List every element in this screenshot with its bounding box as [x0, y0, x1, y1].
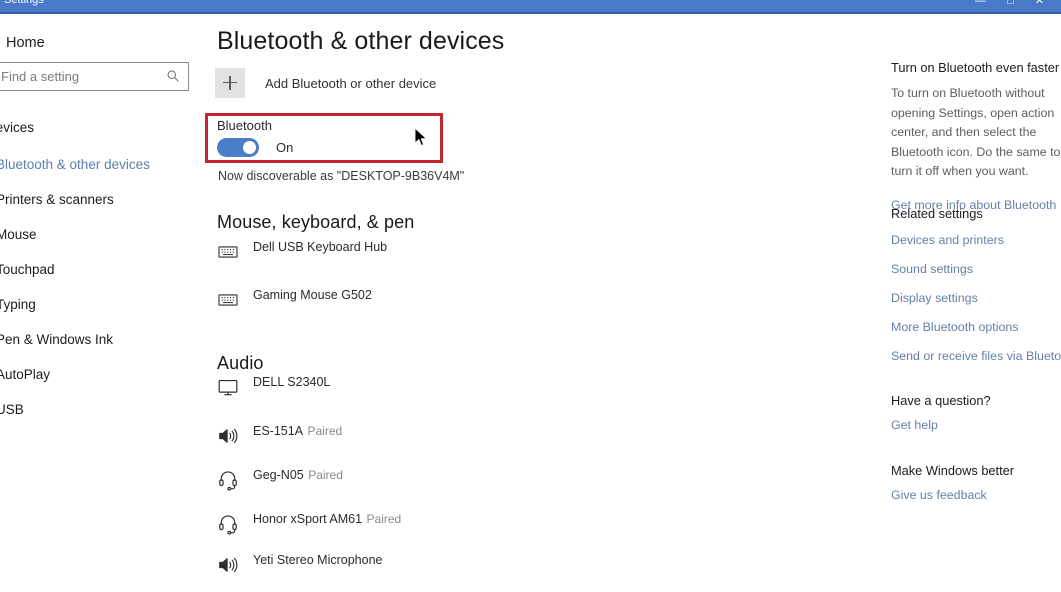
sidebar-item-usb[interactable]: USB — [0, 392, 200, 427]
device-row-honor-xsport-am61[interactable]: Honor xSport AM61 Paired — [215, 510, 401, 537]
section-title-mouse-keyboard-pen: Mouse, keyboard, & pen — [217, 212, 414, 233]
sidebar-item-label: Mouse — [0, 227, 37, 242]
link-give-us-feedback[interactable]: Give us feedback — [891, 481, 1061, 510]
plus-icon[interactable] — [215, 68, 245, 98]
sidebar-item-label: Bluetooth & other devices — [0, 157, 150, 172]
device-name: Gaming Mouse G502 — [253, 288, 372, 302]
device-name: ES-151A — [253, 424, 303, 438]
headset-icon — [215, 467, 241, 493]
section-title-audio: Audio — [217, 353, 264, 374]
sidebar-group-title: Devices — [0, 120, 34, 135]
sidebar-item-label: USB — [0, 402, 24, 417]
aside-block-question: Have a question? Get help — [891, 393, 1061, 440]
aside-paragraph: To turn on Bluetooth without opening Set… — [891, 84, 1061, 182]
window-titlebar: Settings — □ ✕ — [0, 0, 1061, 12]
sidebar-item-printers-scanners[interactable]: Printers & scanners — [0, 182, 200, 217]
headset-icon — [215, 511, 241, 537]
device-row-dell-usb-keyboard-hub[interactable]: Dell USB Keyboard Hub — [215, 238, 387, 265]
add-device-label: Add Bluetooth or other device — [265, 76, 436, 91]
aside-heading: Have a question? — [891, 393, 1061, 408]
bluetooth-section-label: Bluetooth — [217, 118, 272, 133]
right-info-panel: Turn on Bluetooth even faster To turn on… — [860, 14, 1061, 592]
sidebar-item-home[interactable]: Home — [0, 31, 196, 55]
sidebar-item-typing[interactable]: Typing — [0, 287, 200, 322]
device-row-dell-s2340l[interactable]: DELL S2340L — [215, 373, 330, 400]
device-status: Paired — [307, 424, 342, 438]
bluetooth-toggle[interactable] — [217, 138, 259, 157]
aside-heading: Turn on Bluetooth even faster — [891, 60, 1061, 75]
speaker-icon — [215, 552, 241, 578]
device-name: Geg-N05 — [253, 468, 304, 482]
link-more-bluetooth-options[interactable]: More Bluetooth options — [891, 313, 1061, 342]
device-name: Honor xSport AM61 — [253, 512, 362, 526]
sidebar-item-label: Touchpad — [0, 262, 55, 277]
keyboard-icon — [215, 287, 241, 313]
sidebar-item-pen-windows-ink[interactable]: Pen & Windows Ink — [0, 322, 200, 357]
sidebar-item-mouse[interactable]: Mouse — [0, 217, 200, 252]
device-row-yeti-stereo-microphone[interactable]: Yeti Stereo Microphone — [215, 551, 382, 578]
settings-window: Settings — □ ✕ Home Devices — [0, 0, 1061, 592]
sidebar-item-touchpad[interactable]: Touchpad — [0, 252, 200, 287]
aside-heading: Make Windows better — [891, 463, 1061, 478]
window-controls[interactable]: — □ ✕ — [975, 0, 1053, 7]
window-title: Settings — [4, 0, 44, 6]
sidebar-item-autoplay[interactable]: AutoPlay — [0, 357, 200, 392]
sidebar-home-label: Home — [6, 35, 45, 51]
device-name: Dell USB Keyboard Hub — [253, 240, 387, 254]
monitor-icon — [215, 374, 241, 400]
sidebar-item-bluetooth-other-devices[interactable]: Bluetooth & other devices — [0, 147, 200, 182]
sidebar: Home Devices Bluetooth & other devices P… — [0, 14, 200, 592]
sidebar-item-label: AutoPlay — [0, 367, 50, 382]
discoverable-text: Now discoverable as "DESKTOP-9B36V4M" — [218, 169, 464, 183]
mouse-cursor — [414, 127, 428, 148]
speaker-icon — [215, 423, 241, 449]
keyboard-icon — [215, 239, 241, 265]
bluetooth-toggle-row[interactable]: On — [217, 138, 293, 157]
aside-block-faster: Turn on Bluetooth even faster To turn on… — [891, 60, 1061, 220]
bluetooth-toggle-state: On — [276, 140, 293, 155]
sidebar-nav-list: Bluetooth & other devices Printers & sca… — [0, 147, 200, 427]
aside-block-feedback: Make Windows better Give us feedback — [891, 463, 1061, 510]
device-row-geg-n05[interactable]: Geg-N05 Paired — [215, 466, 343, 493]
device-name: Yeti Stereo Microphone — [253, 553, 382, 567]
device-status: Paired — [308, 468, 343, 482]
device-row-es-151a[interactable]: ES-151A Paired — [215, 422, 342, 449]
link-devices-and-printers[interactable]: Devices and printers — [891, 226, 1061, 255]
page-title: Bluetooth & other devices — [217, 27, 504, 56]
aside-block-related: Related settings Devices and printers So… — [891, 206, 1061, 371]
link-get-help[interactable]: Get help — [891, 411, 1061, 440]
aside-heading: Related settings — [891, 206, 1061, 221]
sidebar-item-label: Printers & scanners — [0, 192, 114, 207]
device-name: DELL S2340L — [253, 375, 330, 389]
link-sound-settings[interactable]: Sound settings — [891, 255, 1061, 284]
device-row-gaming-mouse-g502[interactable]: Gaming Mouse G502 — [215, 286, 372, 313]
add-bluetooth-device-button[interactable]: Add Bluetooth or other device — [215, 68, 436, 98]
link-display-settings[interactable]: Display settings — [891, 284, 1061, 313]
main-content: Bluetooth & other devices Add Bluetooth … — [200, 14, 860, 592]
search-icon[interactable] — [166, 69, 180, 83]
sidebar-item-label: Typing — [0, 297, 36, 312]
link-send-or-receive-files-via-bluetooth[interactable]: Send or receive files via Bluetooth — [891, 342, 1061, 371]
search-input[interactable] — [0, 64, 166, 89]
search-box[interactable] — [0, 62, 189, 91]
device-status: Paired — [367, 512, 402, 526]
sidebar-item-label: Pen & Windows Ink — [0, 332, 113, 347]
